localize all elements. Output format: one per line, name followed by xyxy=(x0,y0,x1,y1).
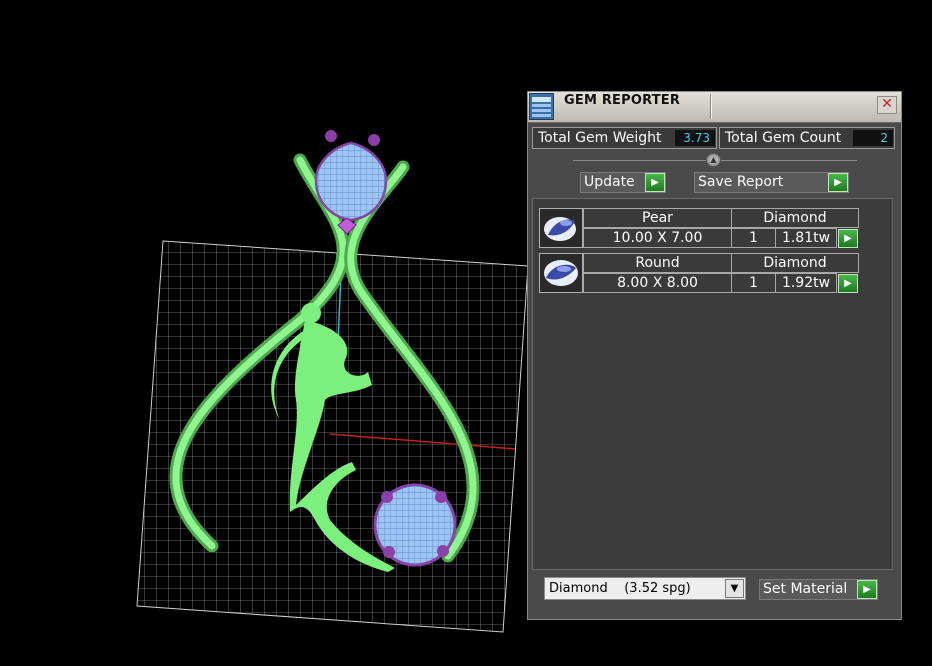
gem-reporter-app-icon xyxy=(529,93,554,120)
round-gem-model xyxy=(373,483,457,567)
gem-weight: 1.81tw xyxy=(775,228,837,248)
total-gem-weight: Total Gem Weight 3.73 xyxy=(532,127,717,149)
panel-titlebar[interactable]: GEM REPORTER ✕ xyxy=(528,92,901,123)
total-gem-weight-value: 3.73 xyxy=(675,130,715,146)
set-material-button[interactable]: Set Material ▶ xyxy=(759,579,878,600)
gem-size: 10.00 X 7.00 xyxy=(583,228,732,248)
material-select-value: Diamond (3.52 spg) xyxy=(549,581,691,596)
gem-quantity: 1 xyxy=(731,273,776,293)
gem-size: 8.00 X 8.00 xyxy=(583,273,732,293)
close-icon[interactable]: ✕ xyxy=(877,96,897,114)
material-select[interactable]: Diamond (3.52 spg) ▼ xyxy=(544,577,746,600)
play-icon[interactable]: ▶ xyxy=(857,580,877,599)
pear-gem-icon[interactable] xyxy=(539,208,583,248)
total-gem-count-label: Total Gem Count xyxy=(725,130,842,146)
save-report-button-label: Save Report xyxy=(698,174,784,190)
pear-gem-model xyxy=(314,130,388,235)
total-gem-weight-label: Total Gem Weight xyxy=(538,130,662,146)
panel-slider-handle[interactable]: ▲ xyxy=(706,153,721,167)
play-icon[interactable]: ▶ xyxy=(838,229,858,248)
gem-reporter-panel: GEM REPORTER ✕ Total Gem Weight 3.73 Tot… xyxy=(527,91,902,620)
gem-material: Diamond xyxy=(731,253,859,273)
list-item[interactable]: Pear Diamond 10.00 X 7.00 1 1.81tw ▶ xyxy=(539,208,863,248)
update-button-label: Update xyxy=(584,174,635,190)
total-gem-count-value: 2 xyxy=(853,130,893,146)
set-material-button-label: Set Material xyxy=(763,581,848,597)
ground-grid xyxy=(136,240,529,633)
gem-list: Pear Diamond 10.00 X 7.00 1 1.81tw ▶ Rou… xyxy=(532,198,893,570)
gem-shape: Pear xyxy=(583,208,732,228)
gem-material: Diamond xyxy=(731,208,859,228)
update-button[interactable]: Update ▶ xyxy=(580,172,666,193)
gem-shape: Round xyxy=(583,253,732,273)
play-icon[interactable]: ▶ xyxy=(828,173,848,192)
gem-quantity: 1 xyxy=(731,228,776,248)
play-icon[interactable]: ▶ xyxy=(645,173,665,192)
chevron-down-icon[interactable]: ▼ xyxy=(725,579,744,598)
panel-title: GEM REPORTER xyxy=(564,93,681,108)
total-gem-count: Total Gem Count 2 xyxy=(719,127,895,149)
play-icon[interactable]: ▶ xyxy=(838,274,858,293)
round-gem-icon[interactable] xyxy=(539,253,583,293)
gem-weight: 1.92tw xyxy=(775,273,837,293)
list-item[interactable]: Round Diamond 8.00 X 8.00 1 1.92tw ▶ xyxy=(539,253,863,293)
save-report-button[interactable]: Save Report ▶ xyxy=(694,172,849,193)
titlebar-separator xyxy=(710,94,712,119)
